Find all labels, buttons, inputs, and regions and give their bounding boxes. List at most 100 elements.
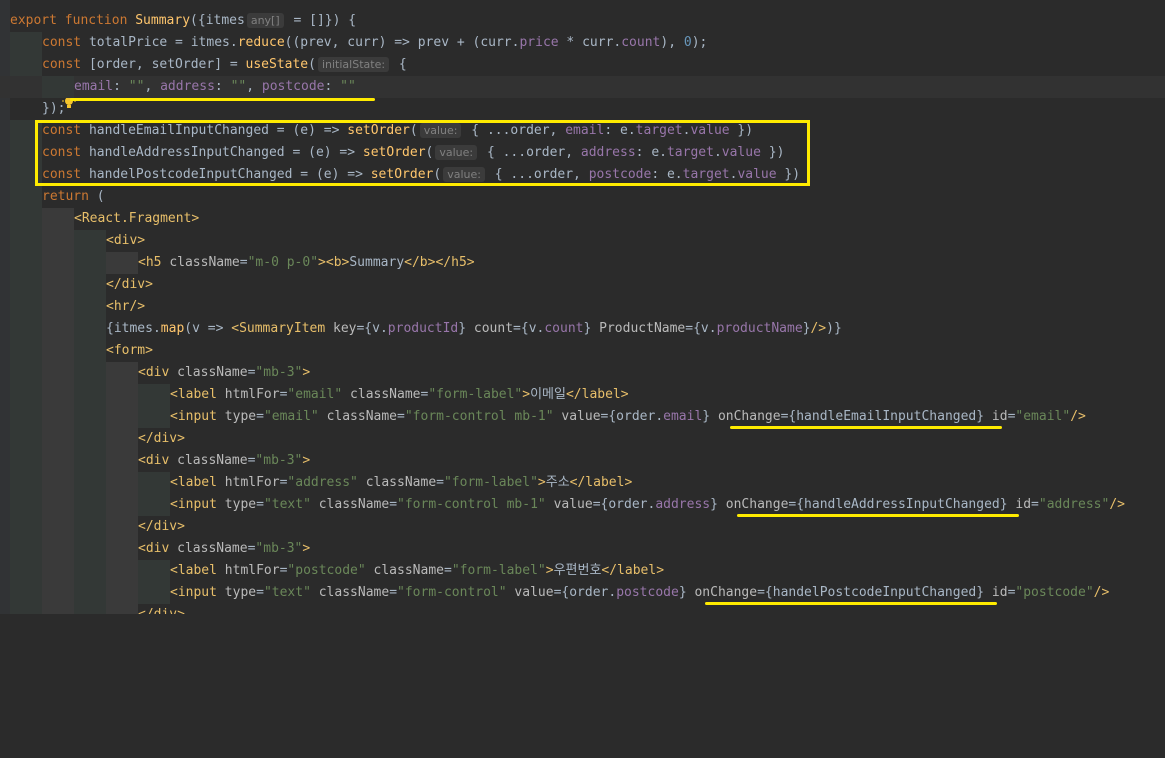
code-line-23-text: <input type="text" className="form-contr… (170, 494, 1125, 516)
property: count (621, 35, 661, 50)
punct: = []}) { (285, 13, 357, 28)
jsx-text: 우편번호 (553, 563, 602, 578)
jsx-tag: <div (138, 541, 178, 556)
property: address (160, 79, 215, 94)
property: productName (716, 321, 803, 336)
jsx-tag: > (537, 475, 546, 490)
jsx-attr: key (333, 321, 357, 336)
lightbulb-icon[interactable] (14, 79, 76, 108)
code-line-14[interactable]: <hr/> (0, 296, 1165, 318)
indent-guide (10, 32, 42, 54)
string: "form-control mb-1" (397, 497, 546, 512)
code-line-21[interactable]: <div className="mb-3"> (0, 450, 1165, 472)
code-text: : e. (651, 167, 683, 182)
jsx-attr: onChange (694, 585, 758, 600)
code-text: }) (776, 167, 801, 182)
indent-guide (74, 428, 106, 450)
code-line-1[interactable]: export function Summary({itmes any[] = []… (0, 10, 1165, 32)
function-name: map (160, 321, 185, 336)
code-text: )} (826, 321, 842, 336)
jsx-tag: <input (170, 585, 225, 600)
jsx-tag: <input (170, 497, 225, 512)
code-line-16[interactable]: <form> (0, 340, 1165, 362)
code-line-18[interactable]: <label htmlFor="email" className="form-l… (0, 384, 1165, 406)
indent-guide (106, 428, 138, 450)
string: "mb-3" (255, 453, 303, 468)
indent-guide (42, 516, 74, 538)
code-text: = (1031, 497, 1039, 512)
code-line-3[interactable]: const [order, setOrder] = useState(initi… (0, 54, 1165, 76)
code-line-12-text: <h5 className="m-0 p-0"><b>Summary</b></… (138, 252, 475, 274)
indent-guide (10, 230, 42, 252)
code-line-15-text: {itmes.map(v => <SummaryItem key={v.prod… (106, 318, 842, 340)
code-line-6[interactable]: const handleEmailInputChanged = (e) => s… (0, 120, 1165, 142)
string: "form-label" (443, 475, 538, 490)
indent-guide (74, 230, 106, 252)
code-line-19[interactable]: <input type="email" className="form-cont… (0, 406, 1165, 428)
jsx-tag: </b></h5> (404, 255, 475, 270)
code-line-8-text: const handelPostcodeInputChanged = (e) =… (42, 164, 800, 186)
code-line-12[interactable]: <h5 className="m-0 p-0"><b>Summary</b></… (0, 252, 1165, 274)
indent-guide (74, 582, 106, 604)
code-line-8[interactable]: const handelPostcodeInputChanged = (e) =… (0, 164, 1165, 186)
code-line-9[interactable]: return ( (0, 186, 1165, 208)
indent-guide (42, 318, 74, 340)
code-line-28[interactable]: </div> (0, 604, 1165, 614)
property: address (655, 497, 711, 512)
code-line-20[interactable]: </div> (0, 428, 1165, 450)
property: value (690, 123, 730, 138)
property: target (666, 145, 714, 160)
indent-guide (10, 164, 42, 186)
jsx-tag: <label (170, 475, 225, 490)
code-line-22[interactable]: <label htmlFor="address" className="form… (0, 472, 1165, 494)
jsx-attr: className (177, 365, 248, 380)
property: count (544, 321, 584, 336)
jsx-tag: /> (1109, 497, 1125, 512)
code-line-10[interactable]: <React.Fragment> (0, 208, 1165, 230)
code-line-24[interactable]: </div> (0, 516, 1165, 538)
indent-guide (42, 274, 74, 296)
param-hint: initialState: (317, 57, 390, 72)
code-line-21-text: <div className="mb-3"> (138, 450, 310, 472)
string: "mb-3" (255, 541, 303, 556)
code-text: ={v. (685, 321, 717, 336)
code-text: { ...order, (463, 123, 566, 138)
indent-guide (10, 318, 42, 340)
code-line-17[interactable]: <div className="mb-3"> (0, 362, 1165, 384)
code-line-11[interactable]: <div> (0, 230, 1165, 252)
string: "" (340, 79, 356, 94)
indent-guide (42, 384, 74, 406)
string: "form-control mb-1" (404, 409, 554, 424)
indent-guide (42, 340, 74, 362)
indent-guide (74, 362, 106, 384)
code-line-5[interactable]: }); (0, 98, 1165, 120)
jsx-tag: /> (810, 321, 827, 336)
code-line-5-text: }); (42, 101, 66, 116)
param-hint: value: (435, 145, 478, 160)
indent-guide (10, 120, 42, 142)
jsx-text: 이메일 (530, 387, 566, 402)
code-line-26-text: <label htmlFor="postcode" className="for… (170, 560, 664, 582)
keyword: const (42, 35, 89, 50)
indent-guide (10, 252, 42, 274)
code-line-7[interactable]: const handleAddressInputChanged = (e) =>… (0, 142, 1165, 164)
jsx-tag: </div> (138, 431, 185, 446)
code-line-4[interactable]: email: "", address: "", postcode: "" (0, 76, 1165, 108)
code-text: { ...order, (479, 145, 581, 160)
code-line-13[interactable]: </div> (0, 274, 1165, 296)
jsx-attr: htmlFor (224, 475, 280, 490)
code-line-15[interactable]: {itmes.map(v => <SummaryItem key={v.prod… (0, 318, 1165, 340)
code-editor[interactable]: export function Summary({itmes any[] = []… (0, 0, 1165, 614)
jsx-attr: className (177, 453, 248, 468)
code-line-2[interactable]: const totalPrice = itmes.reduce((prev, c… (0, 32, 1165, 54)
code-line-27[interactable]: <input type="text" className="form-contr… (0, 582, 1165, 604)
code-text: [order, setOrder] = (88, 57, 246, 72)
code-line-25[interactable]: <div className="mb-3"> (0, 538, 1165, 560)
code-line-23[interactable]: <input type="text" className="form-contr… (0, 494, 1165, 516)
code-line-26[interactable]: <label htmlFor="postcode" className="for… (0, 560, 1165, 582)
indent-guide (42, 406, 74, 428)
indent-guide (74, 318, 106, 340)
